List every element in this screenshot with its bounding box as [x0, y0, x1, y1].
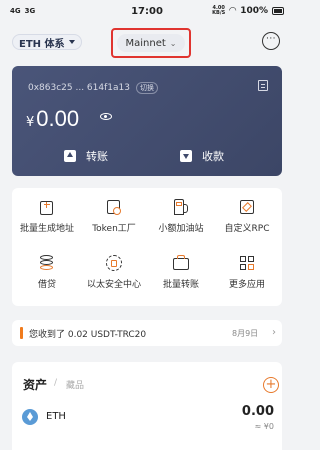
tool-label: 小额加油站	[158, 224, 204, 234]
custom-rpc-icon	[238, 198, 256, 216]
receive-button[interactable]: 收款	[180, 148, 224, 164]
security-center-icon	[105, 254, 123, 272]
balance-amount: 0.00	[36, 106, 80, 131]
tool-security-center[interactable]: 以太安全中心	[81, 244, 147, 294]
battery-icon	[272, 7, 284, 15]
receive-icon	[180, 150, 192, 162]
wallet-card: 0x863c25 ... 614f1a13 切换 ¥ 0.00 转账 收款	[12, 66, 282, 176]
tool-label: 批量生成地址	[19, 224, 74, 234]
notification-bar[interactable]: 您收到了 0.02 USDT-TRC20 8月9日 ›	[12, 320, 282, 346]
transfer-icon	[64, 150, 76, 162]
notice-date: 8月9日	[232, 329, 259, 338]
tools-grid: 批量生成地址 Token工厂 小额加油站 自定义RPC 借贷 以太安全中心 批量…	[12, 188, 282, 306]
eye-icon[interactable]	[100, 113, 112, 120]
wallet-details-icon[interactable]	[258, 80, 268, 91]
status-time: 17:00	[131, 5, 163, 17]
receive-label: 收款	[202, 150, 224, 163]
tab-separator: /	[54, 378, 58, 388]
token-amount: 0.00	[241, 404, 274, 419]
gas-station-icon	[172, 198, 190, 216]
chain-label: ETH 体系	[19, 38, 65, 50]
wallet-balance: ¥ 0.00	[26, 106, 79, 132]
batch-transfer-icon	[172, 254, 190, 272]
tool-gas-station[interactable]: 小额加油站	[148, 188, 214, 238]
tool-more-apps[interactable]: 更多应用	[214, 244, 280, 294]
tool-label: 借贷	[37, 280, 56, 290]
token-symbol: ETH	[46, 411, 66, 422]
lending-icon	[38, 254, 56, 272]
chevron-down-icon: ⌄	[169, 38, 177, 48]
tool-label: 自定义RPC	[224, 224, 270, 234]
tool-label: Token工厂	[92, 224, 136, 234]
token-factory-icon	[105, 198, 123, 216]
tool-label: 批量转账	[162, 280, 199, 290]
tool-batch-address[interactable]: 批量生成地址	[14, 188, 80, 238]
tool-label: 更多应用	[228, 280, 265, 290]
tool-token-factory[interactable]: Token工厂	[81, 188, 147, 238]
notice-text: 您收到了 0.02 USDT-TRC20	[29, 330, 147, 340]
chevron-right-icon: ›	[272, 327, 276, 338]
eth-logo-icon	[22, 409, 38, 425]
tab-collectibles[interactable]: 藏品	[66, 378, 84, 391]
transfer-button[interactable]: 转账	[64, 148, 108, 164]
more-apps-icon	[238, 254, 256, 272]
wallet-address-row: 0x863c25 ... 614f1a13 切换	[28, 82, 158, 94]
tab-assets[interactable]: 资产	[23, 376, 47, 393]
add-token-button[interactable]: +	[263, 377, 279, 393]
chain-selector[interactable]: ETH 体系	[12, 34, 82, 50]
caret-down-icon	[68, 40, 75, 44]
status-bar: 4G 3G 17:00 4.00 KB/S ◠ 100%	[0, 0, 294, 22]
transfer-label: 转账	[86, 150, 108, 163]
batch-address-icon	[38, 198, 56, 216]
currency-symbol: ¥	[26, 115, 35, 130]
assets-panel: 资产 / 藏品 + ETH 0.00 ≈ ¥0	[12, 362, 282, 450]
network-selector[interactable]: Mainnet ⌄	[117, 34, 185, 52]
tool-lending[interactable]: 借贷	[14, 244, 80, 294]
tool-custom-rpc[interactable]: 自定义RPC	[214, 188, 280, 238]
network-label: Mainnet	[125, 37, 166, 49]
tool-batch-transfer[interactable]: 批量转账	[148, 244, 214, 294]
wallet-address: 0x863c25 ... 614f1a13	[28, 83, 130, 93]
token-value: ≈ ¥0	[254, 422, 274, 431]
tool-label: 以太安全中心	[86, 280, 141, 290]
notice-accent	[20, 327, 23, 339]
switch-wallet-button[interactable]: 切换	[135, 82, 158, 94]
token-row[interactable]: ETH 0.00 ≈ ¥0	[22, 402, 274, 432]
top-bar: ETH 体系 Mainnet ⌄ ···	[0, 28, 294, 58]
chat-icon[interactable]: ···	[262, 32, 280, 50]
